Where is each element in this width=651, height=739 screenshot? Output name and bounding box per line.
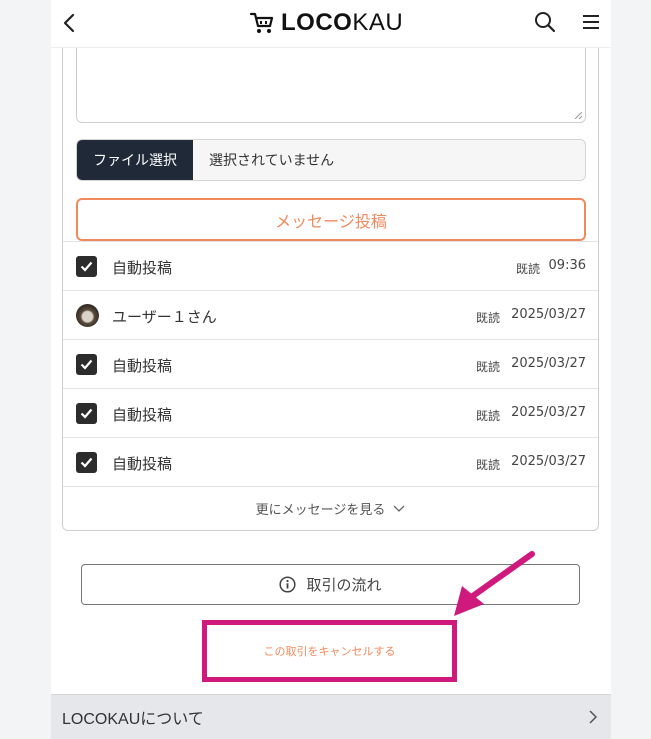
footer-about-label: LOCOKAUについて xyxy=(62,711,204,728)
search-icon[interactable] xyxy=(533,10,557,34)
file-status-text: 選択されていません xyxy=(209,153,335,169)
message-author: 自動投稿 xyxy=(112,455,173,473)
message-time: 09:36 xyxy=(548,258,586,273)
message-author: 自動投稿 xyxy=(112,357,173,375)
post-message-button[interactable]: メッセージ投稿 xyxy=(76,198,586,241)
read-status: 既読 xyxy=(475,458,500,472)
message-time: 2025/03/27 xyxy=(511,405,586,420)
list-item[interactable]: 自動投稿 既読 2025/03/27 xyxy=(63,437,598,486)
hamburger-menu-icon[interactable] xyxy=(581,12,601,32)
page: LOCOKAU ファイル選択 選択されていません メッセージ投稿 自動投稿 既読… xyxy=(51,0,611,739)
read-status: 既読 xyxy=(475,360,500,374)
list-item[interactable]: ユーザー１さん 既読 2025/03/27 xyxy=(63,290,598,339)
read-status: 既読 xyxy=(475,311,500,325)
info-icon xyxy=(279,576,297,593)
file-select-button[interactable]: ファイル選択 xyxy=(77,140,193,180)
more-messages-button[interactable]: 更にメッセージを見る xyxy=(63,486,598,530)
footer-about-item[interactable]: LOCOKAUについて xyxy=(51,694,611,739)
chevron-down-icon xyxy=(393,505,405,512)
checkbox-checked-icon xyxy=(76,452,97,473)
annotation-arrow-icon xyxy=(454,551,535,616)
transaction-flow-label: 取引の流れ xyxy=(306,576,382,594)
avatar xyxy=(76,304,99,327)
logo-text: LOCOKAU xyxy=(281,9,404,36)
checkbox-checked-icon xyxy=(76,354,97,375)
message-author: 自動投稿 xyxy=(112,259,173,277)
read-status: 既読 xyxy=(515,262,540,276)
chevron-right-icon xyxy=(589,710,598,724)
list-item[interactable]: 自動投稿 既読 09:36 xyxy=(63,241,598,290)
resize-grip-icon[interactable] xyxy=(574,111,582,119)
message-card: ファイル選択 選択されていません メッセージ投稿 自動投稿 既読 09:36 ユ… xyxy=(62,48,599,531)
chevron-left-icon[interactable] xyxy=(59,10,79,36)
message-list: 自動投稿 既読 09:36 ユーザー１さん 既読 2025/03/27 自動投稿… xyxy=(63,241,598,530)
read-status: 既読 xyxy=(475,409,500,423)
cancel-transaction-link[interactable]: この取引をキャンセルする xyxy=(202,620,457,682)
message-textarea[interactable] xyxy=(76,48,586,123)
message-author: 自動投稿 xyxy=(112,406,173,424)
list-item[interactable]: 自動投稿 既読 2025/03/27 xyxy=(63,339,598,388)
message-time: 2025/03/27 xyxy=(511,356,586,371)
cart-icon xyxy=(249,12,274,33)
app-header: LOCOKAU xyxy=(51,0,611,48)
cancel-transaction-label: この取引をキャンセルする xyxy=(263,645,396,658)
file-picker[interactable]: ファイル選択 選択されていません xyxy=(76,139,586,181)
logo[interactable]: LOCOKAU xyxy=(249,8,403,38)
checkbox-checked-icon xyxy=(76,256,97,277)
message-time: 2025/03/27 xyxy=(511,307,586,322)
list-item[interactable]: 自動投稿 既読 2025/03/27 xyxy=(63,388,598,437)
message-time: 2025/03/27 xyxy=(511,454,586,469)
checkbox-checked-icon xyxy=(76,403,97,424)
more-messages-label: 更にメッセージを見る xyxy=(255,503,386,518)
message-author: ユーザー１さん xyxy=(112,308,217,326)
